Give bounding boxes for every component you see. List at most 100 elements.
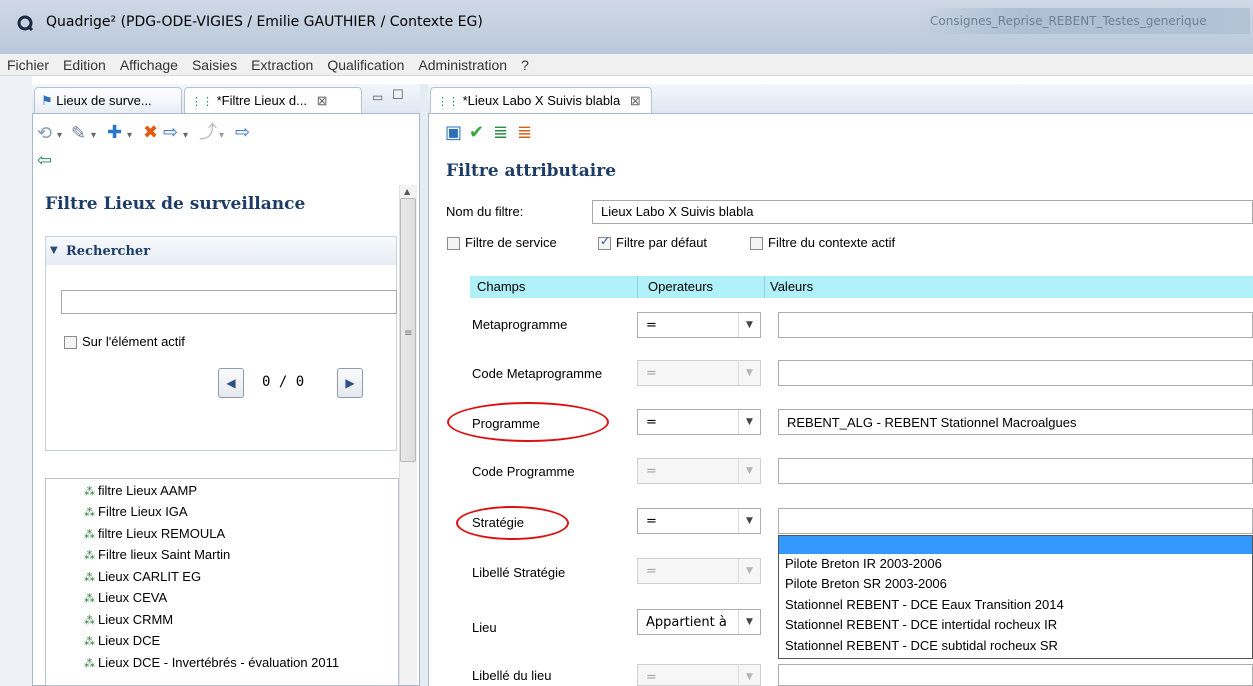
dropdown-option-selected[interactable] [779, 536, 1252, 554]
menu-help[interactable]: ? [514, 54, 536, 76]
pager-previous-button[interactable]: ◀ [218, 368, 244, 398]
tree-item[interactable]: ⁂ Filtre lieux Saint Martin [84, 547, 230, 562]
tree-item[interactable]: ⁂ Filtre Lieux IGA [84, 504, 188, 519]
menu-bar: Fichier Edition Affichage Saisies Extraction… [0, 54, 1253, 76]
context-filter-label: Filtre du contexte actif [768, 235, 896, 250]
menu-saisies[interactable]: Saisies [185, 54, 244, 76]
dropdown-option[interactable]: Pilote Breton IR 2003-2006 [785, 556, 942, 571]
chevron-down-icon[interactable]: ▼ [738, 361, 760, 385]
search-input[interactable] [61, 290, 397, 314]
operator-value: = [646, 670, 657, 685]
chevron-down-icon[interactable]: ▼ [738, 665, 760, 686]
add-icon[interactable]: ✚ [107, 123, 122, 143]
tab-lieux-surveillance[interactable]: ⚑ Lieux de surve... [34, 87, 182, 113]
close-icon[interactable]: ⊠ [317, 93, 328, 108]
chevron-down-icon[interactable]: ▾ [57, 126, 62, 146]
menu-qualification[interactable]: Qualification [320, 54, 411, 76]
column-header-operateurs: Operateurs [648, 279, 714, 294]
menu-extraction[interactable]: Extraction [244, 54, 320, 76]
collapse-all-icon[interactable]: ≣ [517, 123, 532, 143]
editor-tab-bar: ⋮⋮ *Lieux Labo X Suivis blabla ⊠ [428, 84, 1253, 114]
chevron-down-icon[interactable]: ▼ [738, 410, 760, 434]
expand-triangle-icon[interactable]: ▼ [50, 245, 58, 256]
refresh-icon[interactable]: ⟲ [37, 124, 52, 144]
dropdown-option[interactable]: Pilote Breton SR 2003-2006 [785, 576, 947, 591]
chevron-down-icon[interactable]: ▼ [738, 313, 760, 337]
tree-item[interactable]: ⁂ Lieux CEVA [84, 590, 167, 605]
tree-item[interactable]: ⁂ Lieux DCE [84, 633, 160, 648]
operator-select-metaprogramme[interactable]: = ▼ [637, 312, 761, 338]
filter-name-input[interactable]: Lieux Labo X Suivis blabla [592, 200, 1253, 224]
save-icon[interactable]: ▣ [445, 123, 462, 143]
operator-select-lieu[interactable]: Appartient à ▼ [637, 609, 761, 635]
tree-item[interactable]: ⁂ Lieux DCE - Invertébrés - évaluation 20… [84, 655, 339, 670]
service-filter-checkbox[interactable] [447, 237, 460, 250]
window-title-secondary: Consignes_Reprise_REBENT_Testes_generiqu… [920, 8, 1250, 34]
chevron-down-icon[interactable]: ▾ [127, 126, 132, 146]
filter-name-label: Nom du filtre: [446, 204, 524, 219]
minimize-icon[interactable]: ▭ [372, 90, 383, 104]
dropdown-option[interactable]: Stationnel REBENT - DCE Eaux Transition … [785, 597, 1064, 612]
value-input-code-programme[interactable] [778, 458, 1253, 484]
default-filter-checkbox[interactable] [598, 234, 611, 250]
tree-item[interactable]: ⁂ filtre Lieux AAMP [84, 483, 197, 498]
tree-item[interactable]: ⁂ Lieux CRMM [84, 612, 173, 627]
value-input-libelle-lieu[interactable] [778, 664, 1253, 686]
validate-check-icon[interactable]: ✔ [469, 123, 484, 143]
chevron-down-icon[interactable]: ▾ [91, 126, 96, 146]
menu-fichier[interactable]: Fichier [0, 54, 56, 76]
operator-select-libelle-strategie[interactable]: = ▼ [637, 558, 761, 584]
chevron-down-icon[interactable]: ▼ [738, 610, 760, 634]
column-header-valeurs: Valeurs [770, 279, 814, 294]
operator-select-libelle-lieu[interactable]: = ▼ [637, 664, 761, 686]
column-header-champs: Champs [477, 279, 526, 294]
delete-icon[interactable]: ✖ [143, 123, 158, 143]
dropdown-option[interactable]: Stationnel REBENT - DCE subtidal rocheux… [785, 638, 1058, 653]
chevron-down-icon[interactable]: ▾ [183, 126, 188, 146]
operator-value: = [646, 318, 657, 333]
column-separator [764, 276, 765, 298]
active-element-checkbox[interactable] [64, 336, 77, 349]
export-icon[interactable]: ⇨ [163, 123, 178, 143]
pane-splitter[interactable] [420, 84, 428, 686]
scroll-up-icon[interactable]: ▲ [404, 187, 410, 196]
tree-item[interactable]: ⁂ filtre Lieux REMOULA [84, 526, 225, 541]
window-title: Quadrige² (PDG-ODE-VIGIES / Emilie GAUTH… [46, 14, 483, 30]
link-icon[interactable]: ⤴ [199, 123, 217, 143]
tree-item-label: filtre Lieux AAMP [98, 483, 197, 498]
close-icon[interactable]: ⊠ [630, 93, 641, 108]
chevron-down-icon[interactable]: ▾ [219, 126, 224, 146]
tab-filtre-lieux[interactable]: ⋮⋮ *Filtre Lieux d... ⊠ [184, 87, 362, 113]
value-input-metaprogramme[interactable] [778, 312, 1253, 338]
operator-select-code-metaprogramme[interactable]: = ▼ [637, 360, 761, 386]
expand-all-icon[interactable]: ≣ [493, 123, 508, 143]
import-icon[interactable]: ⇦ [37, 151, 52, 171]
editor-toolbar: ▣ ✔ ≣ ≣ [429, 115, 1253, 155]
context-filter-checkbox[interactable] [750, 237, 763, 250]
tree-item-label: Lieux DCE [98, 633, 161, 648]
edit-icon[interactable]: ✎ [71, 124, 86, 144]
menu-affichage[interactable]: Affichage [113, 54, 185, 76]
tree-item-label: Lieux CEVA [98, 590, 168, 605]
value-input-programme[interactable]: REBENT_ALG - REBENT Stationnel Macroalgu… [778, 409, 1253, 435]
operator-select-strategie[interactable]: = ▼ [637, 508, 761, 534]
operator-select-programme[interactable]: = ▼ [637, 409, 761, 435]
operator-select-code-programme[interactable]: = ▼ [637, 458, 761, 484]
value-input-code-metaprogramme[interactable] [778, 360, 1253, 386]
chevron-down-icon[interactable]: ▼ [738, 509, 760, 533]
tab-filter-editor[interactable]: ⋮⋮ *Lieux Labo X Suivis blabla ⊠ [430, 87, 652, 113]
quadrige-logo-icon [17, 15, 34, 32]
operator-value: = [646, 415, 657, 430]
value-input-strategie[interactable] [778, 508, 1253, 534]
chevron-down-icon[interactable]: ▼ [738, 559, 760, 583]
maximize-icon[interactable]: ☐ [392, 88, 404, 103]
menu-administration[interactable]: Administration [411, 54, 514, 76]
tree-item[interactable]: ⁂ Lieux CARLIT EG [84, 569, 201, 584]
default-filter-label: Filtre par défaut [616, 235, 708, 250]
pager-next-button[interactable]: ▶ [337, 368, 363, 398]
menu-edition[interactable]: Edition [56, 54, 113, 76]
chevron-down-icon[interactable]: ▼ [738, 459, 760, 483]
dropdown-option[interactable]: Stationnel REBENT - DCE intertidal roche… [785, 617, 1057, 632]
forward-icon[interactable]: ⇨ [235, 123, 250, 143]
operator-value: = [646, 564, 657, 579]
